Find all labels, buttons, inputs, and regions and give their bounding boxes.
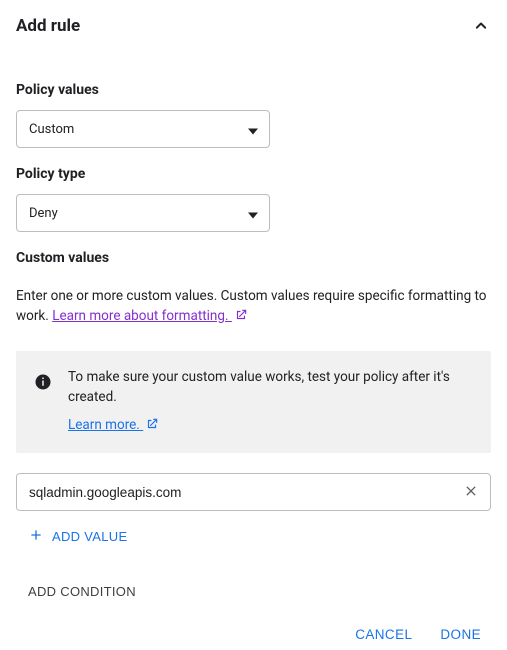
custom-values-help: Enter one or more custom values. Custom … (16, 286, 491, 329)
info-icon (34, 373, 52, 397)
policy-type-select[interactable]: Deny (16, 194, 270, 232)
learn-more-formatting-link[interactable]: Learn more about formatting. (52, 308, 248, 324)
learn-more-formatting-text: Learn more about formatting. (52, 308, 228, 324)
policy-values-select[interactable]: Custom (16, 110, 270, 148)
done-button[interactable]: DONE (430, 619, 491, 650)
policy-type-select-wrap: Deny (16, 194, 270, 232)
info-text: To make sure your custom value works, te… (68, 367, 475, 408)
custom-values-label: Custom values (16, 250, 491, 266)
policy-values-selected: Custom (29, 122, 74, 137)
policy-type-label: Policy type (16, 166, 491, 182)
plus-icon (28, 527, 44, 546)
clear-value-button[interactable] (459, 480, 483, 504)
policy-values-select-wrap: Custom (16, 110, 270, 148)
external-link-icon (234, 308, 248, 328)
custom-value-input[interactable] (16, 473, 491, 511)
info-banner: To make sure your custom value works, te… (16, 351, 491, 454)
cancel-button[interactable]: CANCEL (345, 619, 422, 650)
add-value-label: ADD VALUE (52, 529, 127, 544)
panel-title: Add rule (16, 16, 80, 36)
collapse-icon[interactable] (471, 16, 491, 36)
info-learn-more-link[interactable]: Learn more. (68, 415, 159, 437)
custom-value-input-wrap (16, 473, 491, 511)
add-value-button[interactable]: ADD VALUE (28, 527, 491, 546)
policy-type-selected: Deny (29, 206, 58, 221)
add-rule-panel: Add rule Policy values Custom Policy typ… (0, 0, 507, 634)
info-learn-more-text: Learn more. (68, 417, 140, 433)
policy-values-label: Policy values (16, 82, 491, 98)
add-condition-button[interactable]: ADD CONDITION (28, 584, 491, 599)
dialog-footer: CANCEL DONE (16, 599, 491, 650)
external-link-icon (145, 417, 159, 437)
panel-header: Add rule (16, 16, 491, 36)
close-icon (463, 483, 479, 502)
